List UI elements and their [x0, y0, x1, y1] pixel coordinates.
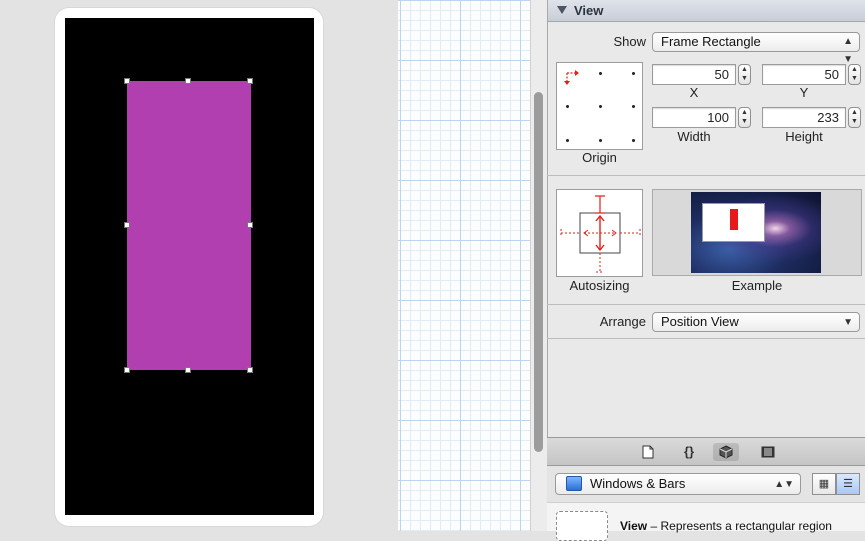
origin-point-right[interactable] — [632, 105, 635, 108]
show-label: Show — [613, 34, 646, 49]
selected-subview[interactable] — [127, 81, 251, 370]
y-field[interactable]: 50 — [762, 64, 846, 85]
file-icon[interactable] — [635, 443, 661, 461]
x-field[interactable]: 50 — [652, 64, 736, 85]
library-toolbar — [547, 437, 865, 466]
section-divider — [547, 175, 865, 176]
origin-point-top-right[interactable] — [632, 72, 635, 75]
width-label: Width — [677, 129, 711, 144]
chevron-down-icon: ▼ — [843, 317, 853, 328]
grid-view-icon[interactable]: ▦ — [812, 473, 836, 495]
origin-point-left[interactable] — [566, 105, 569, 108]
autosizing-control[interactable] — [556, 189, 643, 277]
resize-handle-bottom[interactable] — [185, 367, 191, 373]
y-stepper[interactable]: ▲ ▼ — [848, 64, 861, 85]
x-label: X — [689, 85, 699, 100]
show-popup-value: Frame Rectangle — [661, 34, 761, 49]
disclosure-triangle-icon[interactable] — [557, 6, 567, 14]
view-section-header[interactable]: View — [548, 0, 865, 22]
origin-point-bottom-right[interactable] — [632, 139, 635, 142]
autosizing-label: Autosizing — [569, 278, 630, 293]
scrollbar-thumb[interactable] — [534, 92, 543, 452]
arrange-popup[interactable]: Position View ▼ — [652, 312, 860, 332]
height-stepper[interactable]: ▲ ▼ — [848, 107, 861, 128]
example-label: Example — [731, 278, 783, 293]
resize-handle-top-right[interactable] — [247, 78, 253, 84]
example-view — [730, 209, 738, 230]
origin-point-bottom[interactable] — [599, 139, 602, 142]
resize-handle-bottom-left[interactable] — [124, 367, 130, 373]
section-divider-2 — [547, 304, 865, 305]
arrange-popup-value: Position View — [661, 314, 739, 329]
updown-arrow-icon: ▲▼ — [774, 479, 794, 490]
origin-label: Origin — [582, 150, 617, 165]
section-divider-3 — [547, 338, 865, 339]
y-label: Y — [799, 85, 809, 100]
origin-point-center[interactable] — [599, 105, 602, 108]
show-popup[interactable]: Frame Rectangle ▲ ▼ — [652, 32, 860, 65]
window-icon — [566, 476, 582, 491]
resize-handle-right[interactable] — [247, 222, 253, 228]
resize-handle-bottom-right[interactable] — [247, 367, 253, 373]
x-stepper[interactable]: ▲ ▼ — [738, 64, 751, 85]
cube-icon[interactable] — [713, 443, 739, 461]
view-thumbnail-icon — [556, 511, 608, 541]
width-stepper[interactable]: ▲ ▼ — [738, 107, 751, 128]
origin-point-top[interactable] — [599, 72, 602, 75]
arrange-label: Arrange — [599, 314, 646, 329]
braces-icon[interactable]: {} — [676, 443, 702, 461]
origin-selector[interactable] — [556, 62, 643, 150]
width-field[interactable]: 100 — [652, 107, 736, 128]
origin-point-bottom-left[interactable] — [566, 139, 569, 142]
section-title: View — [574, 3, 604, 18]
resize-handle-left[interactable] — [124, 222, 130, 228]
autosizing-struts-icon — [560, 195, 641, 273]
resize-handle-top-left[interactable] — [124, 78, 130, 84]
list-view-icon[interactable]: ☰ — [836, 473, 860, 495]
resize-handle-top[interactable] — [185, 78, 191, 84]
library-filter-value: Windows & Bars — [590, 476, 686, 491]
library-filter-popup[interactable]: Windows & Bars ▲▼ — [555, 473, 801, 495]
height-label: Height — [785, 129, 823, 144]
height-field[interactable]: 233 — [762, 107, 846, 128]
grid-area — [398, 0, 530, 531]
media-icon[interactable] — [755, 443, 781, 461]
